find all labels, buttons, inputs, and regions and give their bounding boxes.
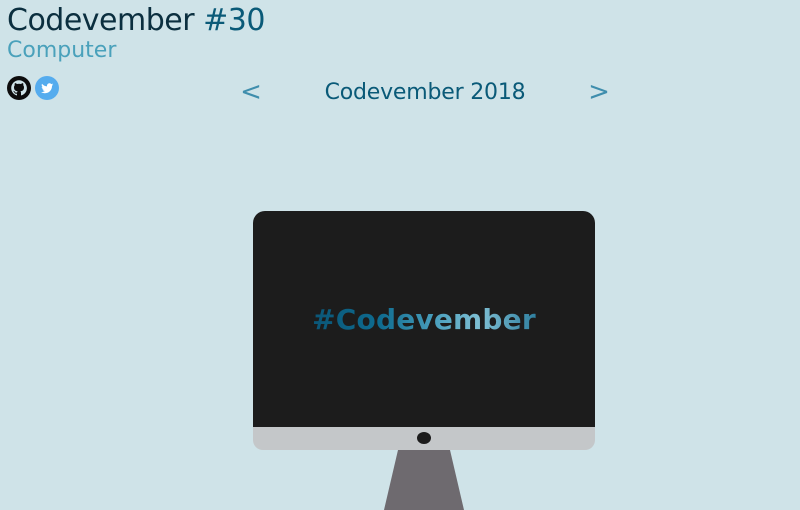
page-header: Codevember #30 Computer bbox=[7, 2, 265, 64]
computer-stand bbox=[384, 450, 464, 510]
social-links bbox=[7, 76, 59, 100]
computer-illustration: #Codevember bbox=[253, 211, 595, 510]
computer-chin bbox=[253, 427, 595, 450]
month-navigation: < Codevember 2018 > bbox=[240, 76, 610, 108]
nav-title[interactable]: Codevember 2018 bbox=[325, 80, 526, 105]
camera-icon bbox=[417, 432, 431, 444]
prev-button[interactable]: < bbox=[240, 77, 262, 107]
next-button[interactable]: > bbox=[588, 77, 610, 107]
github-icon[interactable] bbox=[7, 76, 31, 100]
page-title: Codevember #30 bbox=[7, 2, 265, 40]
twitter-icon[interactable] bbox=[35, 76, 59, 100]
page-title-text: Codevember bbox=[7, 3, 195, 38]
page-subtitle: Computer bbox=[7, 38, 117, 63]
computer-screen: #Codevember bbox=[253, 211, 595, 427]
page-title-number: #30 bbox=[203, 3, 265, 38]
screen-text: #Codevember bbox=[312, 302, 536, 336]
